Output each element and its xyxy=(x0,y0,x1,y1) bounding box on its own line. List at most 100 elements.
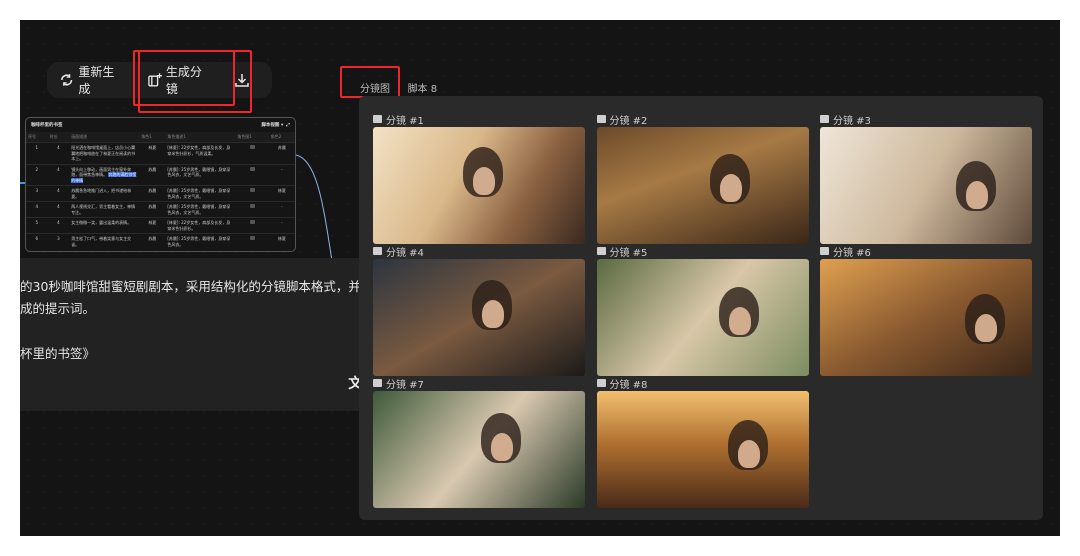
cell-role2: 林夏 xyxy=(268,185,295,202)
frame-image[interactable] xyxy=(596,259,809,376)
frame-title: 分镜 #3 xyxy=(833,115,871,127)
canvas: 重新生成 生成分镜 分镜图 · 脚本 8 咖啡杯里的书签 脚本视图 ▾ ⤢ 序号… xyxy=(20,20,1060,536)
cell-duration: 4 xyxy=(47,201,70,218)
cell-duration: 3 xyxy=(47,233,70,249)
frame-title: 分镜 #6 xyxy=(833,247,871,259)
table-row[interactable]: 4 4 两人视线交汇，男主看着女主，神情专注。 苏晨 [苏晨]: 25岁男性，戴… xyxy=(26,201,295,218)
frame-image[interactable] xyxy=(596,391,809,508)
image-icon xyxy=(373,379,382,387)
cell-no: 6 xyxy=(26,233,48,249)
cell-role-desc: [苏晨]: 25岁男性，戴眼镜，身穿深色风衣，文艺气质。 xyxy=(165,185,236,202)
frame-title: 分镜 #4 xyxy=(386,247,424,259)
desc-text: 苏晨急急地推门进入，把书递给林夏。 xyxy=(71,188,132,199)
cell-role1: 林夏 xyxy=(139,142,166,164)
cell-role-image xyxy=(235,217,269,234)
frame-label: 分镜 #5 xyxy=(596,245,809,259)
frame-label: 分镜 #1 xyxy=(373,113,585,127)
cell-role-image xyxy=(235,201,269,218)
column-header: 角色1 xyxy=(139,132,166,143)
script-table: 序号 时长 画面描述 角色1 角色描述1 角色图1 角色2 1 4 阳光洒在咖啡馆桌面上，店… xyxy=(26,132,295,249)
cell-no: 1 xyxy=(26,142,48,164)
image-icon xyxy=(820,115,829,123)
storyboard-frame[interactable]: 分镜 #2 xyxy=(596,113,809,244)
cell-role-desc: [苏晨]: 25岁男性，戴眼镜，身穿深色风衣，文艺气质。 xyxy=(165,163,236,186)
table-row[interactable]: 5 4 女主微微一笑，露出温柔的表情。 林夏 [林夏]: 22岁女性，肩部及长发… xyxy=(26,217,295,234)
frame-image[interactable] xyxy=(373,391,585,508)
image-icon xyxy=(596,115,606,123)
cell-role1: 苏晨 xyxy=(139,163,166,186)
cell-role2: 苏晨 xyxy=(268,142,295,164)
cell-role2: 林夏 xyxy=(268,233,295,249)
cell-role-desc: [林夏]: 22岁女性，肩部及长发，身穿米色针织衫。 xyxy=(165,217,236,234)
cell-no: 2 xyxy=(26,163,48,186)
cell-desc: 阳光洒在咖啡馆桌面上，店员小心翼翼地把咖啡放在了林夏正在阅读的书本上。 xyxy=(69,142,140,164)
highlight-box xyxy=(340,66,400,98)
storyboard-frame[interactable]: 分镜 #5 xyxy=(596,245,809,376)
cell-desc: 镜头向上移动，画面男主在窗外奔跑，面带焦急神情。 奔跑的满脸惊慌的神情 xyxy=(69,163,140,186)
script-title: 咖啡杯里的书签 xyxy=(31,123,63,128)
table-row[interactable]: 3 4 苏晨急急地推门进入，把书递给林夏。 苏晨 [苏晨]: 25岁男性，戴眼镜… xyxy=(26,185,295,202)
image-icon xyxy=(249,220,255,224)
breadcrumb-script[interactable]: 脚本 8 xyxy=(408,84,438,95)
column-header: 画面描述 xyxy=(69,132,140,143)
desc-text: 阳光洒在咖啡馆桌面上，店员小心翼翼地把咖啡放在了林夏正在阅读的书本上。 xyxy=(71,145,136,161)
frame-label: 分镜 #6 xyxy=(820,245,1032,259)
cell-desc: 男主松了口气，带着笑意与女主交谈。 xyxy=(69,233,140,249)
cell-role1: 苏晨 xyxy=(139,185,166,202)
column-header: 角色描述1 xyxy=(165,132,236,143)
cell-role-desc: [苏晨]: 25岁男性，戴眼镜，身穿深色风衣，文艺气质。 xyxy=(165,201,236,218)
frame-label: 分镜 #4 xyxy=(373,245,585,259)
table-row[interactable]: 2 4 镜头向上移动，画面男主在窗外奔跑，面带焦急神情。 奔跑的满脸惊慌的神情 … xyxy=(26,163,295,186)
highlight-box xyxy=(138,50,252,113)
cell-role-image xyxy=(235,163,269,186)
image-icon xyxy=(249,145,255,149)
frame-title: 分镜 #8 xyxy=(609,379,648,391)
column-header: 角色2 xyxy=(268,132,295,143)
storyboard-frame[interactable]: 分镜 #3 xyxy=(820,113,1032,244)
frame-label: 分镜 #2 xyxy=(596,113,809,127)
cell-no: 3 xyxy=(26,185,48,202)
table-row[interactable]: 6 3 男主松了口气，带着笑意与女主交谈。 苏晨 [苏晨]: 25岁男性，戴眼镜… xyxy=(26,233,295,249)
column-header: 角色图1 xyxy=(235,132,269,143)
cell-role2: - xyxy=(268,201,295,218)
view-label: 脚本视图 xyxy=(261,123,280,128)
storyboard-frame[interactable]: 分镜 #6 xyxy=(820,245,1032,376)
cell-role1: 林夏 xyxy=(139,217,166,234)
cell-duration: 4 xyxy=(47,185,70,202)
column-header: 时长 xyxy=(47,132,70,143)
refresh-icon xyxy=(61,74,73,86)
script-table-card[interactable]: 咖啡杯里的书签 脚本视图 ▾ ⤢ 序号 时长 画面描述 角色1 角色描述1 角色图1 角色2… xyxy=(25,117,296,252)
image-icon xyxy=(596,247,606,255)
frame-image[interactable] xyxy=(373,259,585,376)
cell-role1: 苏晨 xyxy=(139,233,166,249)
prompt-text-line: 杯里的书签》 xyxy=(20,346,96,361)
cell-duration: 4 xyxy=(47,217,70,234)
desc-text: 女主微微一笑，露出温柔的表情。 xyxy=(71,220,132,225)
cell-no: 4 xyxy=(26,201,48,218)
image-icon xyxy=(249,236,255,240)
desc-text: 两人视线交汇，男主看着女主，神情专注。 xyxy=(71,204,136,215)
cell-role-desc: [林夏]: 22岁女性，肩部及长发，身穿米色针织衫，气质温柔。 xyxy=(165,142,236,164)
frame-image[interactable] xyxy=(373,127,585,244)
frame-image[interactable] xyxy=(820,259,1032,376)
frame-label: 分镜 #3 xyxy=(820,113,1032,127)
storyboard-frame[interactable]: 分镜 #1 xyxy=(373,113,585,244)
view-selector[interactable]: 脚本视图 ▾ ⤢ xyxy=(261,122,290,128)
image-icon xyxy=(820,247,829,255)
prompt-text-line: 成的提示词。 xyxy=(20,301,96,316)
storyboard-frame[interactable]: 分镜 #7 xyxy=(373,377,585,508)
regenerate-button[interactable]: 重新生成 xyxy=(59,63,125,97)
frame-title: 分镜 #1 xyxy=(386,115,424,127)
frame-image[interactable] xyxy=(820,127,1032,244)
cell-duration: 4 xyxy=(47,142,70,164)
cell-desc: 苏晨急急地推门进入，把书递给林夏。 xyxy=(69,185,140,202)
storyboard-frame[interactable]: 分镜 #8 xyxy=(596,377,809,508)
cell-role-image xyxy=(235,185,269,202)
cell-role-image xyxy=(235,233,269,249)
frame-title: 分镜 #7 xyxy=(386,379,424,391)
frame-image[interactable] xyxy=(596,127,809,244)
image-icon xyxy=(373,115,382,123)
table-row[interactable]: 1 4 阳光洒在咖啡馆桌面上，店员小心翼翼地把咖啡放在了林夏正在阅读的书本上。 … xyxy=(26,142,295,164)
storyboard-frame[interactable]: 分镜 #4 xyxy=(373,245,585,376)
frame-label: 分镜 #7 xyxy=(373,377,585,391)
